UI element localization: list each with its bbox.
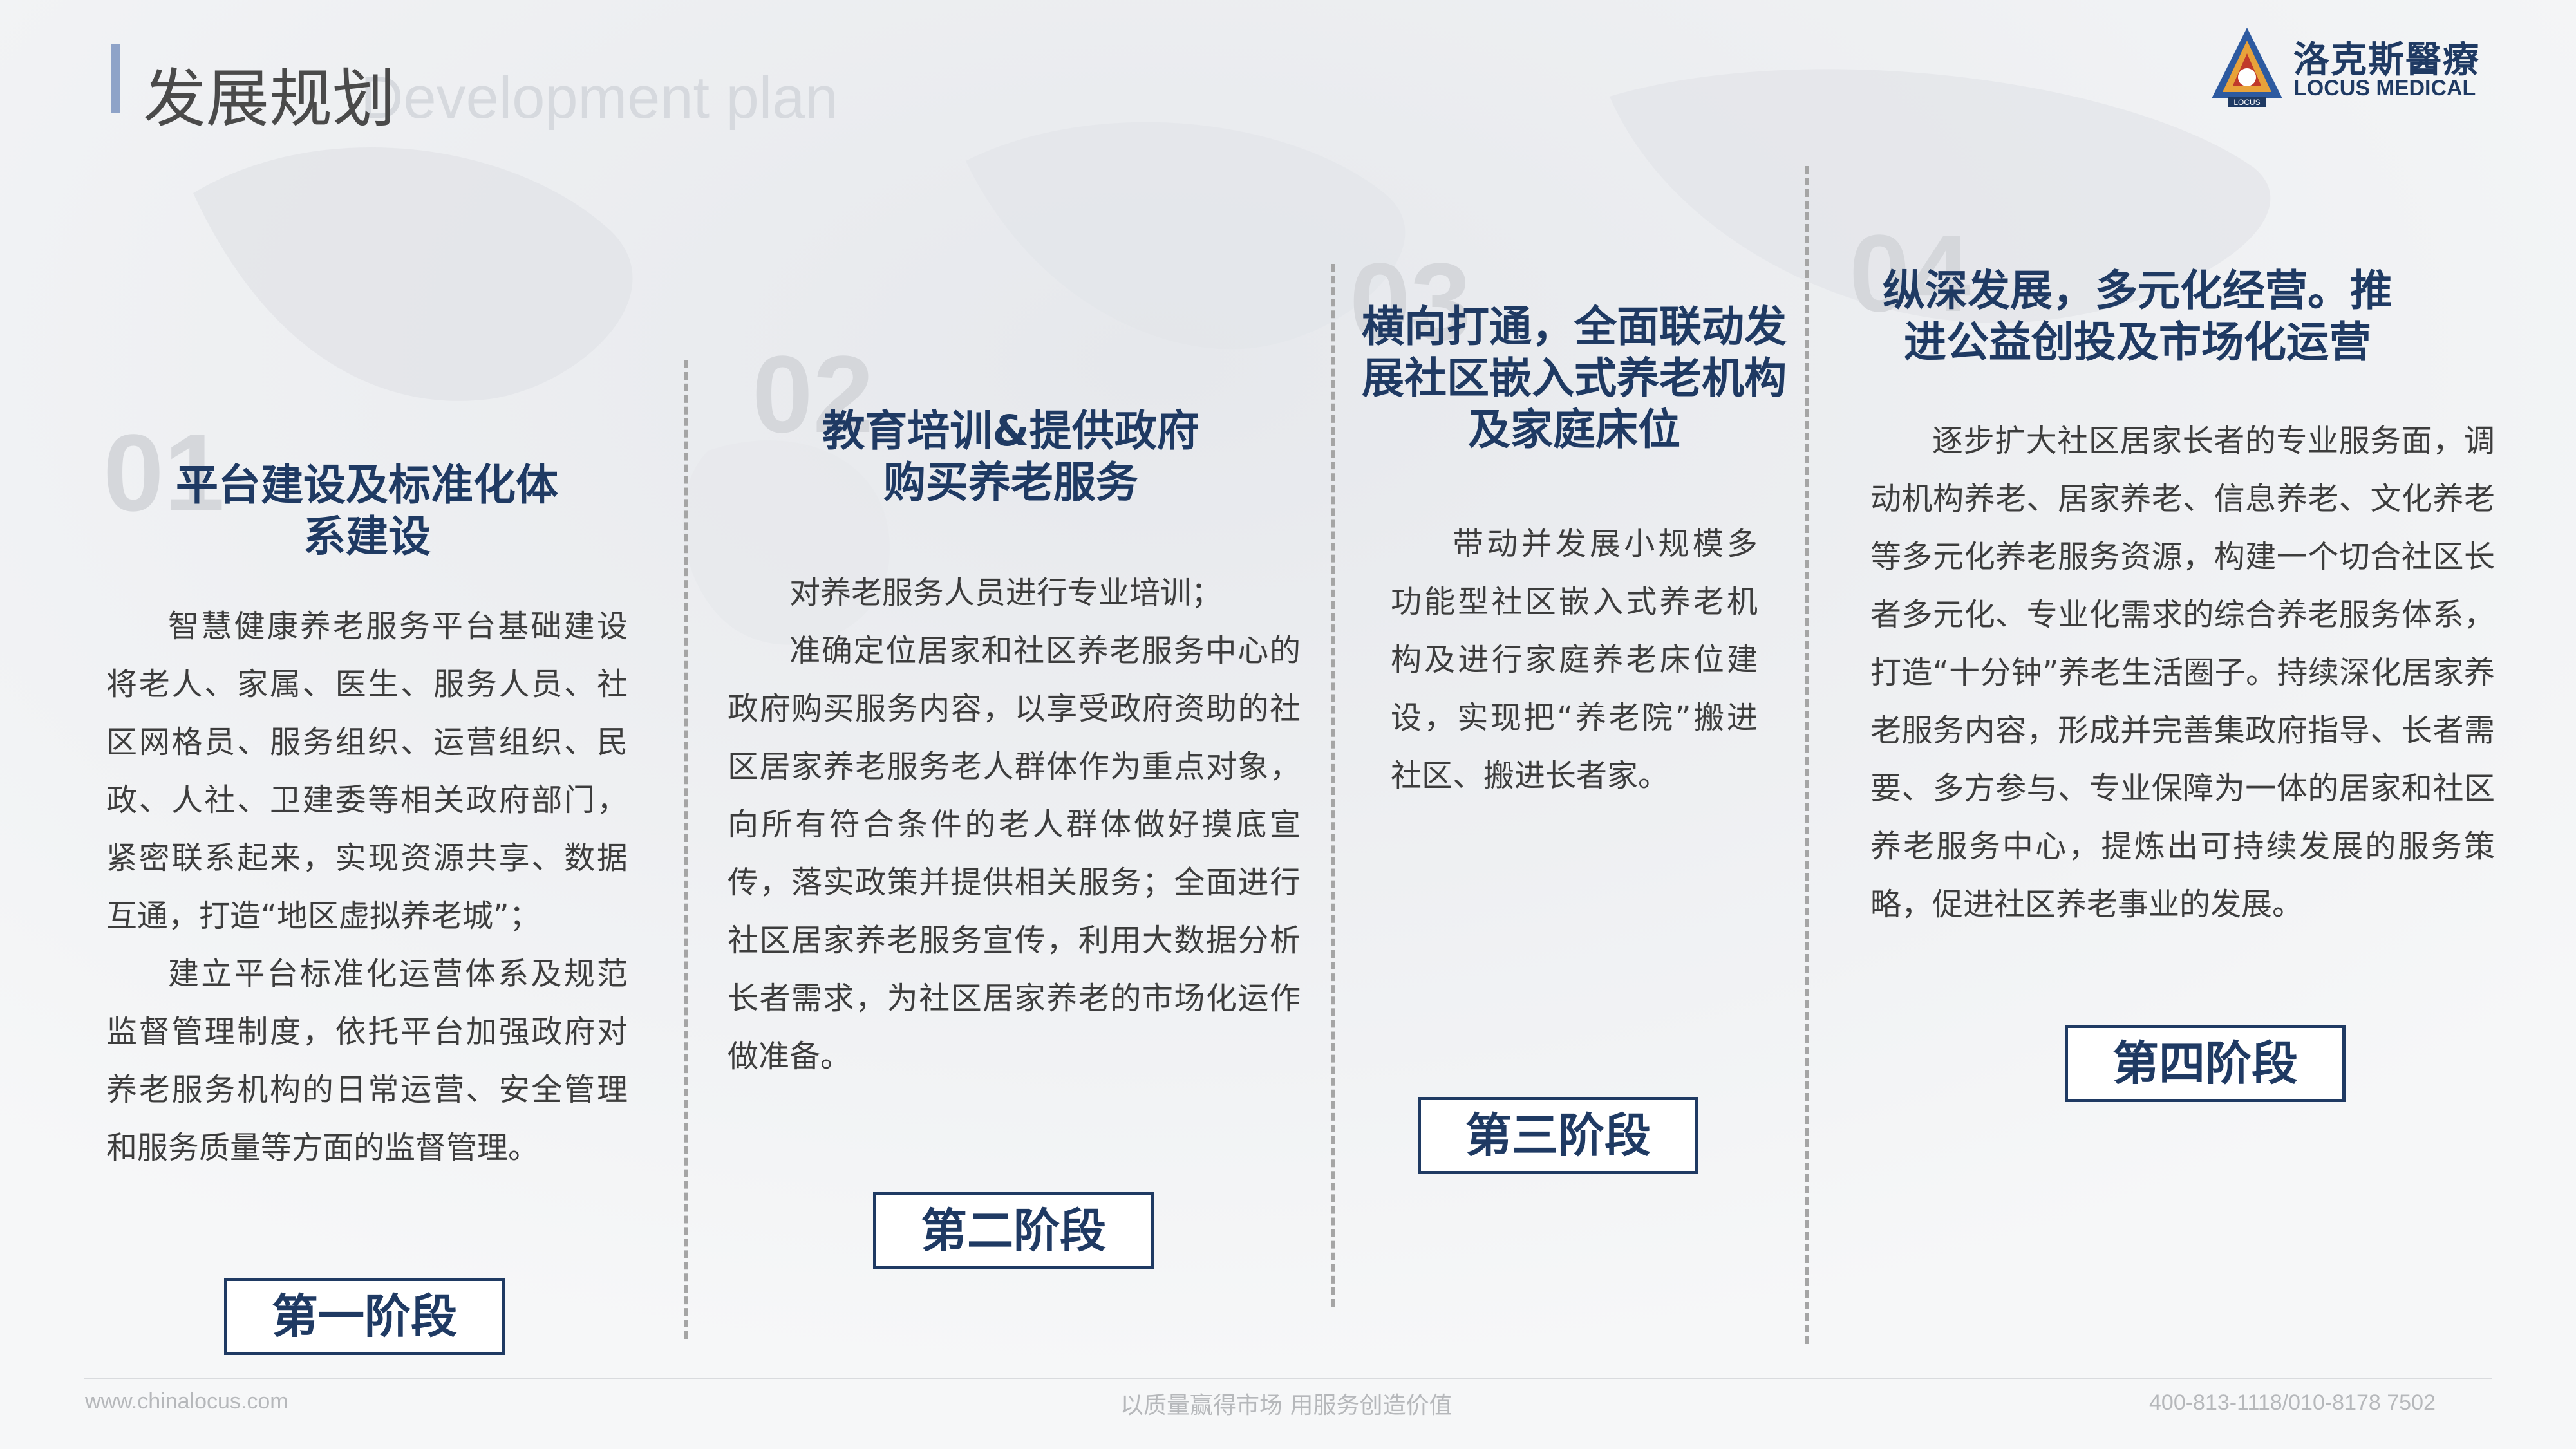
logo-emblem-icon: LOCUS <box>2212 28 2282 107</box>
footer-website: www.chinalocus.com <box>85 1389 288 1414</box>
title-accent-bar <box>111 44 120 113</box>
stage-paragraph: 准确定位居家和社区养老服务中心的政府购买服务内容，以享受政府资助的社区居家养老服… <box>728 633 1301 1074</box>
stage-heading: 横向打通，全面联动发展社区嵌入式养老机构及家庭床位 <box>1362 302 1787 454</box>
logo-badge-text: LOCUS <box>2233 98 2260 107</box>
logo-chinese-name: 洛克斯醫療 <box>2293 39 2480 81</box>
company-logo: LOCUS 洛克斯醫療 LOCUS MEDICAL <box>2208 24 2511 115</box>
column-divider-3 <box>1805 166 1809 1344</box>
stage-label-box: 第一阶段 <box>224 1278 505 1355</box>
stage-paragraph: 建立平台标准化运营体系及规范监督管理制度，依托平台加强政府对养老服务机构的日常运… <box>106 956 628 1166</box>
stage-label-box: 第四阶段 <box>2065 1025 2346 1102</box>
column-divider-1 <box>684 360 688 1339</box>
stage-paragraph: 对养老服务人员进行专业培训； <box>789 575 1223 611</box>
stage-description: 逐步扩大社区居家长者的专业服务面，调动机构养老、居家养老、信息养老、文化养老等多… <box>1870 412 2495 933</box>
stage-label-box: 第二阶段 <box>873 1192 1154 1269</box>
stage-heading: 教育培训&提供政府购买养老服务 <box>822 406 1199 507</box>
page-title: 发展规划 <box>143 62 396 136</box>
stage-paragraph: 智慧健康养老服务平台基础建设将老人、家属、医生、服务人员、社区网格员、服务组织、… <box>106 608 628 934</box>
footer-phone: 400-813-1118/010-8178 7502 <box>2149 1390 2436 1415</box>
stage-heading: 平台建设及标准化体系建设 <box>176 460 558 561</box>
stage-description: 带动并发展小规模多功能型社区嵌入式养老机构及进行家庭养老床位建设，实现把“养老院… <box>1391 515 1758 805</box>
footer-slogan: 以质量赢得市场 用服务创造价值 <box>1120 1392 1453 1419</box>
stage-paragraph: 带动并发展小规模多功能型社区嵌入式养老机构及进行家庭养老床位建设，实现把“养老院… <box>1391 526 1758 794</box>
title-watermark: Development plan <box>361 65 838 131</box>
stage-label-box: 第三阶段 <box>1418 1097 1698 1174</box>
column-divider-2 <box>1331 264 1335 1307</box>
logo-english-name: LOCUS MEDICAL <box>2293 76 2476 100</box>
stage-description: 智慧健康养老服务平台基础建设将老人、家属、医生、服务人员、社区网格员、服务组织、… <box>106 597 628 1177</box>
stage-description: 对养老服务人员进行专业培训； 准确定位居家和社区养老服务中心的政府购买服务内容，… <box>728 564 1301 1085</box>
footer-divider <box>84 1378 2492 1379</box>
stage-heading: 纵深发展，多元化经营。推进公益创投及市场化运营 <box>1883 266 2393 367</box>
stage-paragraph: 逐步扩大社区居家长者的专业服务面，调动机构养老、居家养老、信息养老、文化养老等多… <box>1870 423 2495 922</box>
